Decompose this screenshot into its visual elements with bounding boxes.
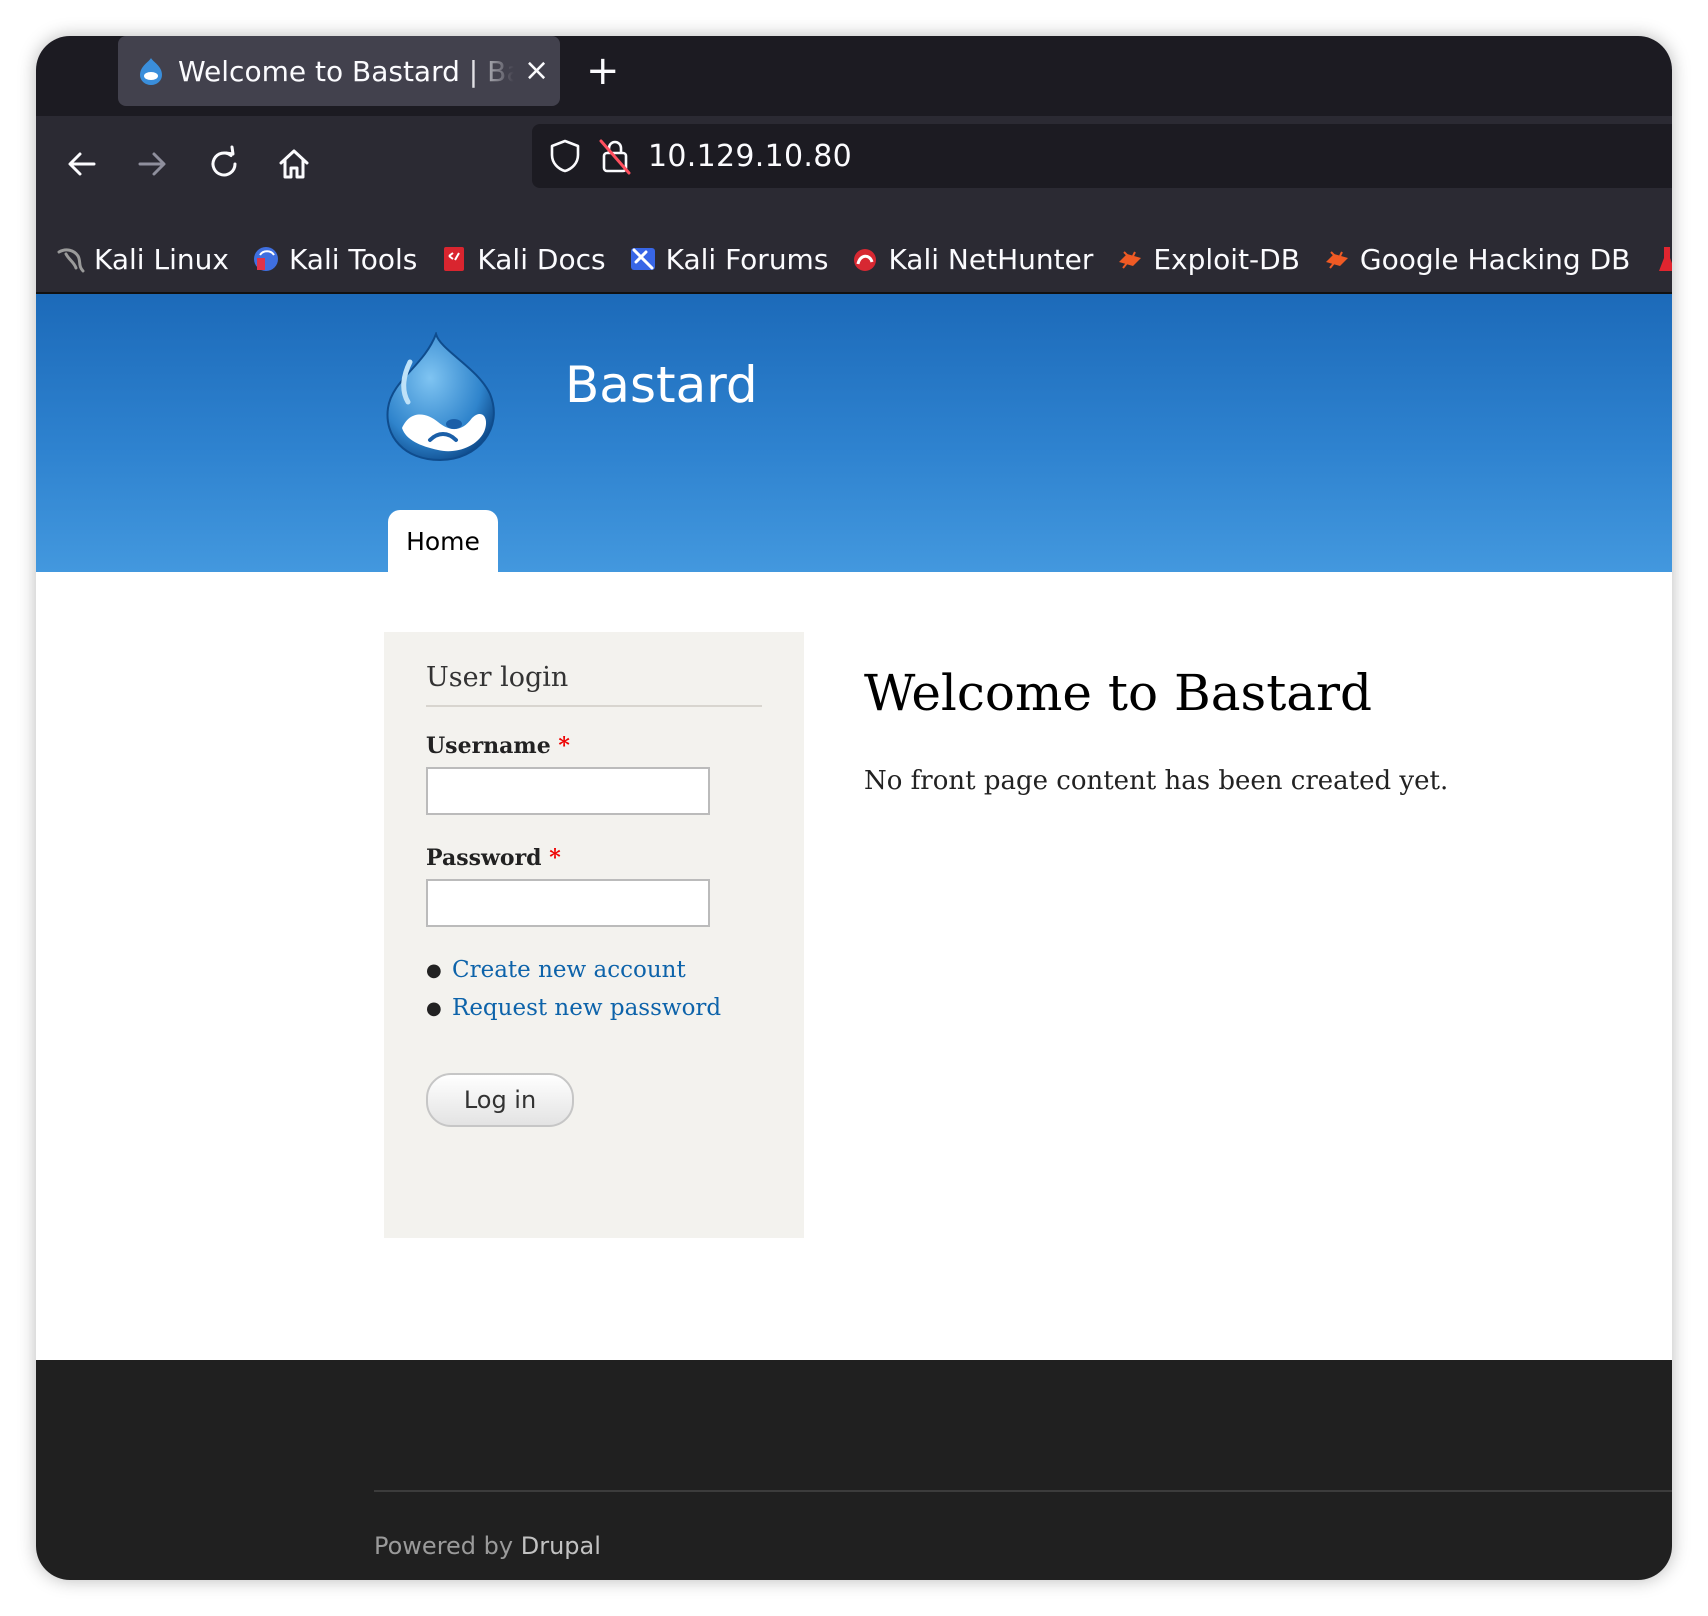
request-password-link[interactable]: Request new password bbox=[452, 995, 721, 1021]
bookmark-label: Kali Tools bbox=[288, 242, 418, 276]
tab-title: Welcome to Bastard | Bastard bbox=[178, 54, 514, 88]
bookmark-label: Kali Forums bbox=[665, 242, 829, 276]
drupal-favicon-icon bbox=[140, 58, 162, 85]
tab-close-icon[interactable]: × bbox=[524, 56, 549, 86]
password-input[interactable] bbox=[426, 879, 710, 927]
drupal-link[interactable]: Drupal bbox=[521, 1532, 601, 1560]
exploit-db-icon bbox=[1119, 251, 1142, 269]
navigation-toolbar: 10.129.10.80 bbox=[36, 116, 1672, 226]
powered-by: Powered by Drupal bbox=[374, 1532, 601, 1560]
back-arrow-icon[interactable] bbox=[62, 144, 102, 184]
insecure-lock-icon[interactable] bbox=[598, 137, 632, 175]
forward-arrow-icon[interactable] bbox=[132, 144, 172, 184]
kali-dragon-icon bbox=[57, 248, 85, 273]
url-bar[interactable]: 10.129.10.80 bbox=[532, 124, 1672, 188]
kali-docs-icon bbox=[444, 247, 465, 271]
bullet: ● bbox=[426, 997, 442, 1019]
bookmark-kali-forums[interactable]: Kali Forums bbox=[628, 242, 829, 276]
browser-tab[interactable]: Welcome to Bastard | Bastard × bbox=[118, 36, 560, 106]
login-links: ● Create new account ● Request new passw… bbox=[426, 957, 762, 1021]
powered-by-text: Powered by bbox=[374, 1532, 514, 1560]
front-page-message: No front page content has been created y… bbox=[864, 766, 1449, 796]
kali-forums-icon bbox=[630, 248, 655, 270]
bookmark-google-hacking-db[interactable]: Google Hacking DB bbox=[1322, 243, 1630, 276]
bookmark-label: Kali Docs bbox=[477, 242, 606, 276]
log-in-button[interactable]: Log in bbox=[426, 1073, 574, 1127]
home-icon[interactable] bbox=[274, 144, 314, 184]
offsec-icon bbox=[1659, 247, 1672, 271]
url-text: 10.129.10.80 bbox=[648, 138, 852, 174]
required-marker: * bbox=[549, 845, 561, 871]
ghdb-icon bbox=[1325, 251, 1348, 269]
shield-icon[interactable] bbox=[548, 138, 582, 174]
tab-strip: Welcome to Bastard | Bastard × + bbox=[36, 36, 1672, 116]
tab-home[interactable]: Home bbox=[388, 510, 498, 572]
web-page: Bastard Home User login Username * Passw… bbox=[36, 294, 1672, 1580]
browser-window: Welcome to Bastard | Bastard × + bbox=[36, 36, 1672, 1580]
password-label-text: Password bbox=[426, 845, 542, 871]
username-input[interactable] bbox=[426, 767, 710, 815]
list-item: ● Create new account bbox=[426, 957, 762, 983]
bookmark-kali-tools[interactable]: Kali Tools bbox=[251, 243, 417, 276]
user-login-title: User login bbox=[426, 662, 762, 707]
bookmark-label: Exploit-DB bbox=[1153, 242, 1300, 276]
footer-divider bbox=[374, 1490, 1672, 1492]
bookmark-label: Kali Linux bbox=[94, 242, 229, 276]
bookmark-kali-docs[interactable]: Kali Docs bbox=[439, 242, 606, 276]
drupal-logo-icon[interactable] bbox=[380, 332, 502, 464]
bookmark-label: Google Hacking DB bbox=[1359, 242, 1631, 276]
kali-nethunter-icon bbox=[854, 249, 877, 271]
new-tab-icon[interactable]: + bbox=[586, 48, 620, 94]
bookmark-exploit-db[interactable]: Exploit-DB bbox=[1115, 243, 1300, 276]
bullet: ● bbox=[426, 959, 442, 981]
username-label-text: Username bbox=[426, 733, 551, 759]
user-login-block: User login Username * Password * ● Creat… bbox=[384, 632, 804, 1238]
password-label: Password * bbox=[426, 845, 762, 871]
kali-tools-icon bbox=[253, 247, 278, 271]
required-marker: * bbox=[558, 733, 570, 759]
bookmark-kali-nethunter[interactable]: Kali NetHunter bbox=[850, 243, 1093, 276]
bookmark-kali-linux[interactable]: Kali Linux bbox=[56, 243, 229, 276]
site-name[interactable]: Bastard bbox=[565, 356, 758, 414]
site-header: Bastard Home bbox=[36, 294, 1672, 572]
bookmarks-toolbar: Kali Linux Kali Tools Kali Docs Kali For… bbox=[36, 226, 1672, 294]
reload-icon[interactable] bbox=[204, 144, 244, 184]
bookmark-label: Kali NetHunter bbox=[888, 242, 1094, 276]
page-title: Welcome to Bastard bbox=[864, 664, 1373, 722]
username-label: Username * bbox=[426, 733, 762, 759]
bookmark-offsec[interactable]: C bbox=[1652, 243, 1672, 276]
site-footer: Powered by Drupal bbox=[36, 1360, 1672, 1580]
list-item: ● Request new password bbox=[426, 995, 762, 1021]
create-account-link[interactable]: Create new account bbox=[452, 957, 686, 983]
